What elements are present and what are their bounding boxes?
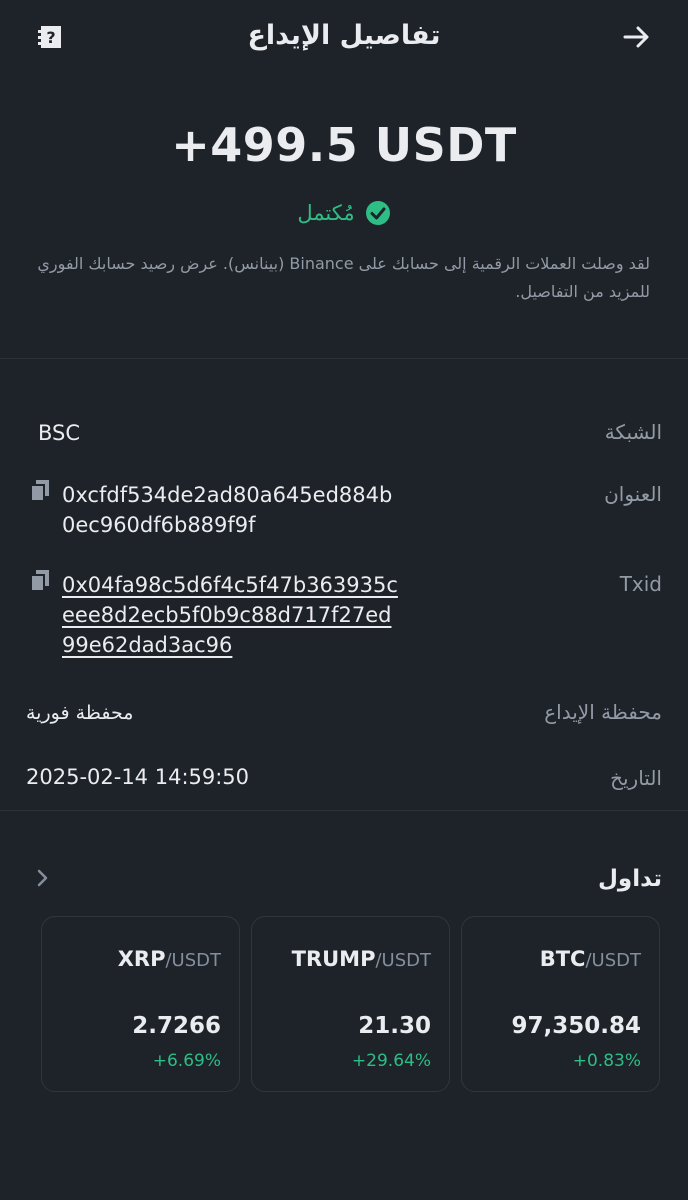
ticker-price: 2.7266: [132, 1013, 221, 1039]
ticker-quote: /USDT: [165, 950, 221, 971]
deposit-description: لقد وصلت العملات الرقمية إلى حسابك على B…: [37, 254, 650, 301]
ticker-pair: BTC/USDT: [540, 947, 641, 971]
ticker-change: +6.69%: [152, 1051, 221, 1071]
divider: [0, 358, 688, 359]
address-value[interactable]: 0xcfdf534de2ad80a645ed884b 0ec960df6b889…: [62, 480, 392, 540]
date-label: التاريخ: [610, 766, 662, 790]
status-badge: مُكتمل: [0, 200, 688, 226]
status-text: مُكتمل: [297, 201, 355, 225]
copy-icon[interactable]: [30, 480, 50, 502]
ticker-quote: /USDT: [375, 950, 431, 971]
ticker-card-xrp[interactable]: XRP/USDT 2.7266 +6.69%: [41, 916, 240, 1092]
arrow-right-icon[interactable]: [622, 22, 652, 52]
ticker-price: 97,350.84: [511, 1013, 642, 1039]
txid-line: eee8d2ecb5f0b9c88d717f27ed: [62, 603, 392, 627]
address-label: العنوان: [604, 482, 662, 506]
page-title: تفاصيل الإيداع: [247, 20, 441, 51]
ticker-pair: XRP/USDT: [118, 947, 221, 971]
ticker-base: BTC: [539, 947, 586, 971]
txid-link[interactable]: 0x04fa98c5d6f4c5f47b363935c eee8d2ecb5f0…: [62, 570, 398, 660]
divider: [0, 810, 688, 811]
ticker-card-btc[interactable]: BTC/USDT 97,350.84 +0.83%: [461, 916, 660, 1092]
address-line: 0ec960df6b889f9f: [62, 513, 256, 537]
ticker-price: 21.30: [358, 1013, 431, 1039]
check-circle-icon: [365, 201, 390, 225]
wallet-label: محفظة الإيداع: [544, 700, 662, 724]
network-label: الشبكة: [604, 420, 662, 444]
ticker-quote: /USDT: [585, 950, 641, 971]
ticker-pair: TRUMP/USDT: [292, 947, 431, 971]
date-value: 2025-02-14 14:59:50: [26, 765, 250, 789]
network-value: BSC: [38, 421, 81, 445]
ticker-change: +29.64%: [351, 1051, 431, 1071]
ticker-card-trump[interactable]: TRUMP/USDT 21.30 +29.64%: [251, 916, 450, 1092]
address-line: 0xcfdf534de2ad80a645ed884b: [62, 483, 393, 507]
chevron-right-icon[interactable]: [36, 868, 50, 888]
txid-line: 0x04fa98c5d6f4c5f47b363935c: [62, 573, 398, 597]
txid-label: Txid: [619, 572, 662, 596]
wallet-value: محفظة فورية: [26, 702, 134, 724]
ticker-change: +0.83%: [572, 1051, 641, 1071]
ticker-base: TRUMP: [291, 947, 376, 971]
txid-line: 99e62dad3ac96: [62, 633, 233, 657]
copy-icon[interactable]: [30, 570, 50, 592]
deposit-amount: +499.5 USDT: [171, 118, 517, 172]
ticker-base: XRP: [117, 947, 166, 971]
trade-title: تداول: [597, 866, 662, 892]
header: ? تفاصيل الإيداع: [0, 0, 688, 78]
